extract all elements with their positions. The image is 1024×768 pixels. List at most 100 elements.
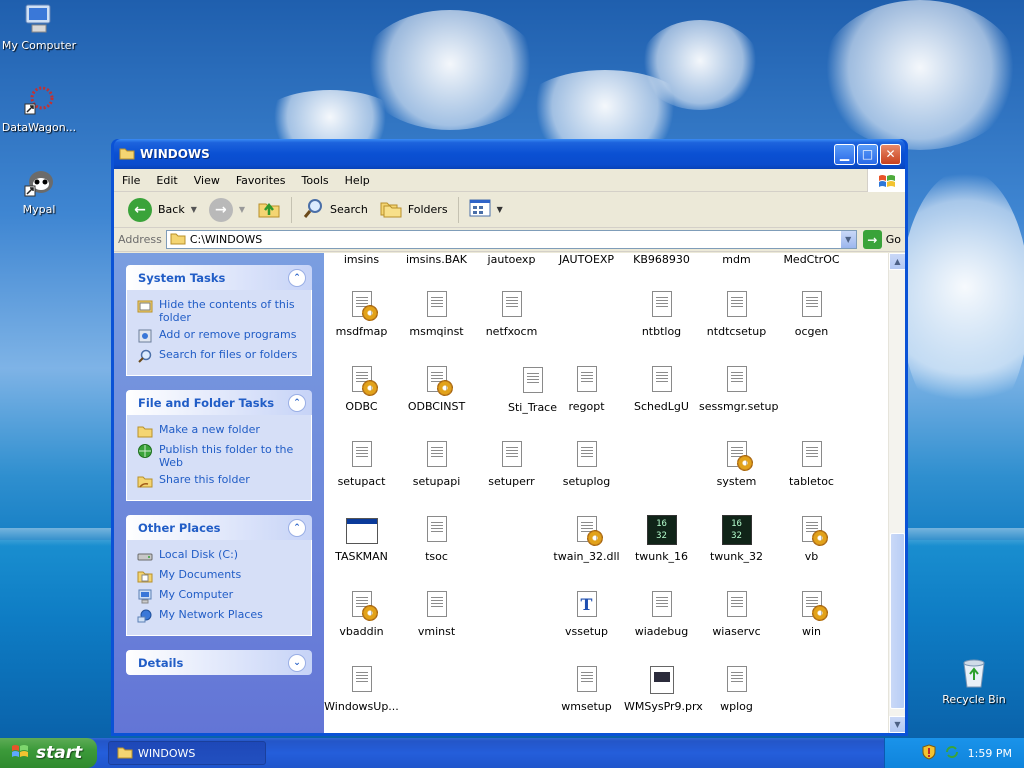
task-add-remove-programs[interactable]: Add or remove programs [137, 328, 301, 344]
chevron-down-icon: ▼ [496, 205, 503, 214]
file-item[interactable]: vminst [399, 589, 474, 638]
file-item[interactable]: setuperr [474, 439, 549, 488]
file-item[interactable]: MedCtrOC [774, 253, 849, 266]
search-button[interactable]: Search [296, 195, 374, 225]
maximize-button[interactable]: □ [857, 143, 878, 165]
menu-view[interactable]: View [186, 174, 228, 187]
task-share-folder[interactable]: Share this folder [137, 473, 301, 489]
vertical-scrollbar[interactable]: ▲ ▼ [888, 253, 905, 733]
file-item[interactable]: ntbtlog [624, 289, 699, 338]
file-item[interactable]: 16 32 twunk_32 [699, 514, 774, 563]
taskbar-window-button[interactable]: WINDOWS [108, 741, 266, 765]
file-item[interactable]: system [699, 439, 774, 488]
go-button[interactable]: → Go [862, 230, 901, 249]
file-item[interactable]: ocgen [774, 289, 849, 338]
desktop-icon-my-computer[interactable]: My Computer [0, 2, 78, 52]
sync-icon[interactable] [944, 744, 960, 763]
file-item[interactable]: regopt [549, 364, 624, 413]
task-hide-contents[interactable]: Hide the contents of this folder [137, 298, 301, 324]
file-item[interactable]: JAUTOEXP [549, 253, 624, 266]
task-search-files[interactable]: Search for files or folders [137, 348, 301, 364]
file-item[interactable]: KB968930 [624, 253, 699, 266]
scroll-down-button[interactable]: ▼ [889, 716, 905, 733]
desktop-icon-datawagon[interactable]: DataWagon... [0, 84, 78, 134]
file-item[interactable]: mdm [699, 253, 774, 266]
file-item[interactable]: ntdtcsetup [699, 289, 774, 338]
file-item[interactable]: SchedLgU [624, 364, 699, 413]
file-item[interactable]: ODBC [324, 364, 399, 413]
collapse-icon[interactable]: ⌃ [288, 518, 306, 537]
system-tasks-header[interactable]: System Tasks ⌃ [126, 265, 312, 290]
file-folder-tasks-header[interactable]: File and Folder Tasks ⌃ [126, 390, 312, 415]
file-name: imsins [343, 253, 380, 266]
security-shield-icon[interactable] [922, 743, 936, 763]
menu-edit[interactable]: Edit [148, 174, 185, 187]
file-item[interactable]: wmsetup [549, 664, 624, 713]
file-item[interactable]: Tvssetup [549, 589, 624, 638]
file-item[interactable]: sessmgr.setup [699, 364, 778, 413]
address-dropdown-button[interactable]: ▼ [839, 231, 856, 248]
system-tray: 1:59 PM [884, 738, 1024, 768]
place-my-computer[interactable]: My Computer [137, 588, 301, 604]
place-my-documents[interactable]: My Documents [137, 568, 301, 584]
forward-button[interactable]: → ▼ [203, 195, 251, 225]
address-input[interactable]: C:\WINDOWS ▼ [165, 230, 857, 249]
title-bar[interactable]: WINDOWS ▁ □ ✕ [114, 139, 905, 169]
file-item[interactable]: imsins [324, 253, 399, 266]
start-button[interactable]: start [0, 738, 97, 768]
file-item[interactable]: setupapi [399, 439, 474, 488]
collapse-icon[interactable]: ⌃ [288, 268, 306, 287]
desktop-icon-recycle-bin[interactable]: Recycle Bin [935, 656, 1013, 706]
clock[interactable]: 1:59 PM [968, 747, 1012, 760]
back-button[interactable]: ← Back ▼ [122, 195, 203, 225]
file-item[interactable]: wplog [699, 664, 774, 713]
file-item[interactable]: vb [774, 514, 849, 563]
desktop-icon-label: DataWagon... [1, 121, 77, 134]
file-item[interactable]: setuplog [549, 439, 624, 488]
menu-help[interactable]: Help [337, 174, 378, 187]
minimize-button[interactable]: ▁ [834, 143, 855, 165]
file-item[interactable]: wiaservc [699, 589, 774, 638]
file-item[interactable]: tsoc [399, 514, 474, 563]
place-my-network-places[interactable]: My Network Places [137, 608, 301, 624]
desktop-icon-mypal[interactable]: Mypal [0, 166, 78, 216]
scroll-up-button[interactable]: ▲ [889, 253, 905, 270]
menu-file[interactable]: File [114, 174, 148, 187]
text-document-icon [721, 589, 753, 621]
scrollbar-thumb[interactable] [890, 533, 905, 709]
file-item[interactable]: TASKMAN [324, 514, 399, 563]
collapse-icon[interactable]: ⌃ [288, 393, 306, 412]
up-folder-button[interactable] [251, 195, 287, 225]
file-item[interactable]: WindowsUp... [324, 664, 399, 713]
file-item[interactable]: win [774, 589, 849, 638]
task-make-new-folder[interactable]: Make a new folder [137, 423, 301, 439]
menu-favorites[interactable]: Favorites [228, 174, 294, 187]
expand-icon[interactable]: ⌄ [288, 653, 306, 672]
file-item[interactable]: twain_32.dll [549, 514, 624, 563]
menu-tools[interactable]: Tools [294, 174, 337, 187]
place-local-disk[interactable]: Local Disk (C:) [137, 548, 301, 564]
other-places-header[interactable]: Other Places ⌃ [126, 515, 312, 540]
details-header[interactable]: Details ⌄ [126, 650, 312, 675]
address-value: C:\WINDOWS [189, 233, 263, 246]
file-item[interactable]: jautoexp [474, 253, 549, 266]
toolbar-separator [291, 196, 293, 223]
task-publish-to-web[interactable]: Publish this folder to the Web [137, 443, 301, 469]
file-item[interactable]: wiadebug [624, 589, 699, 638]
file-item[interactable]: tabletoc [774, 439, 849, 488]
file-item[interactable]: WMSysPr9.prx [624, 664, 703, 713]
views-button[interactable]: ▼ [463, 195, 509, 225]
file-item[interactable]: netfxocm [474, 289, 549, 338]
desktop-icon-label: Recycle Bin [942, 693, 1006, 706]
file-item[interactable]: vbaddin [324, 589, 399, 638]
close-button[interactable]: ✕ [880, 143, 901, 165]
chevron-up-icon: ▲ [894, 257, 901, 266]
file-item[interactable]: msdfmap [324, 289, 399, 338]
file-item[interactable]: 16 32 twunk_16 [624, 514, 699, 563]
folders-button[interactable]: Folders [374, 195, 454, 225]
details-panel: Details ⌄ [126, 650, 312, 675]
file-item[interactable]: ODBCINST [399, 364, 474, 413]
file-item[interactable]: setupact [324, 439, 399, 488]
file-item[interactable]: imsins.BAK [399, 253, 474, 266]
file-item[interactable]: msmqinst [399, 289, 474, 338]
